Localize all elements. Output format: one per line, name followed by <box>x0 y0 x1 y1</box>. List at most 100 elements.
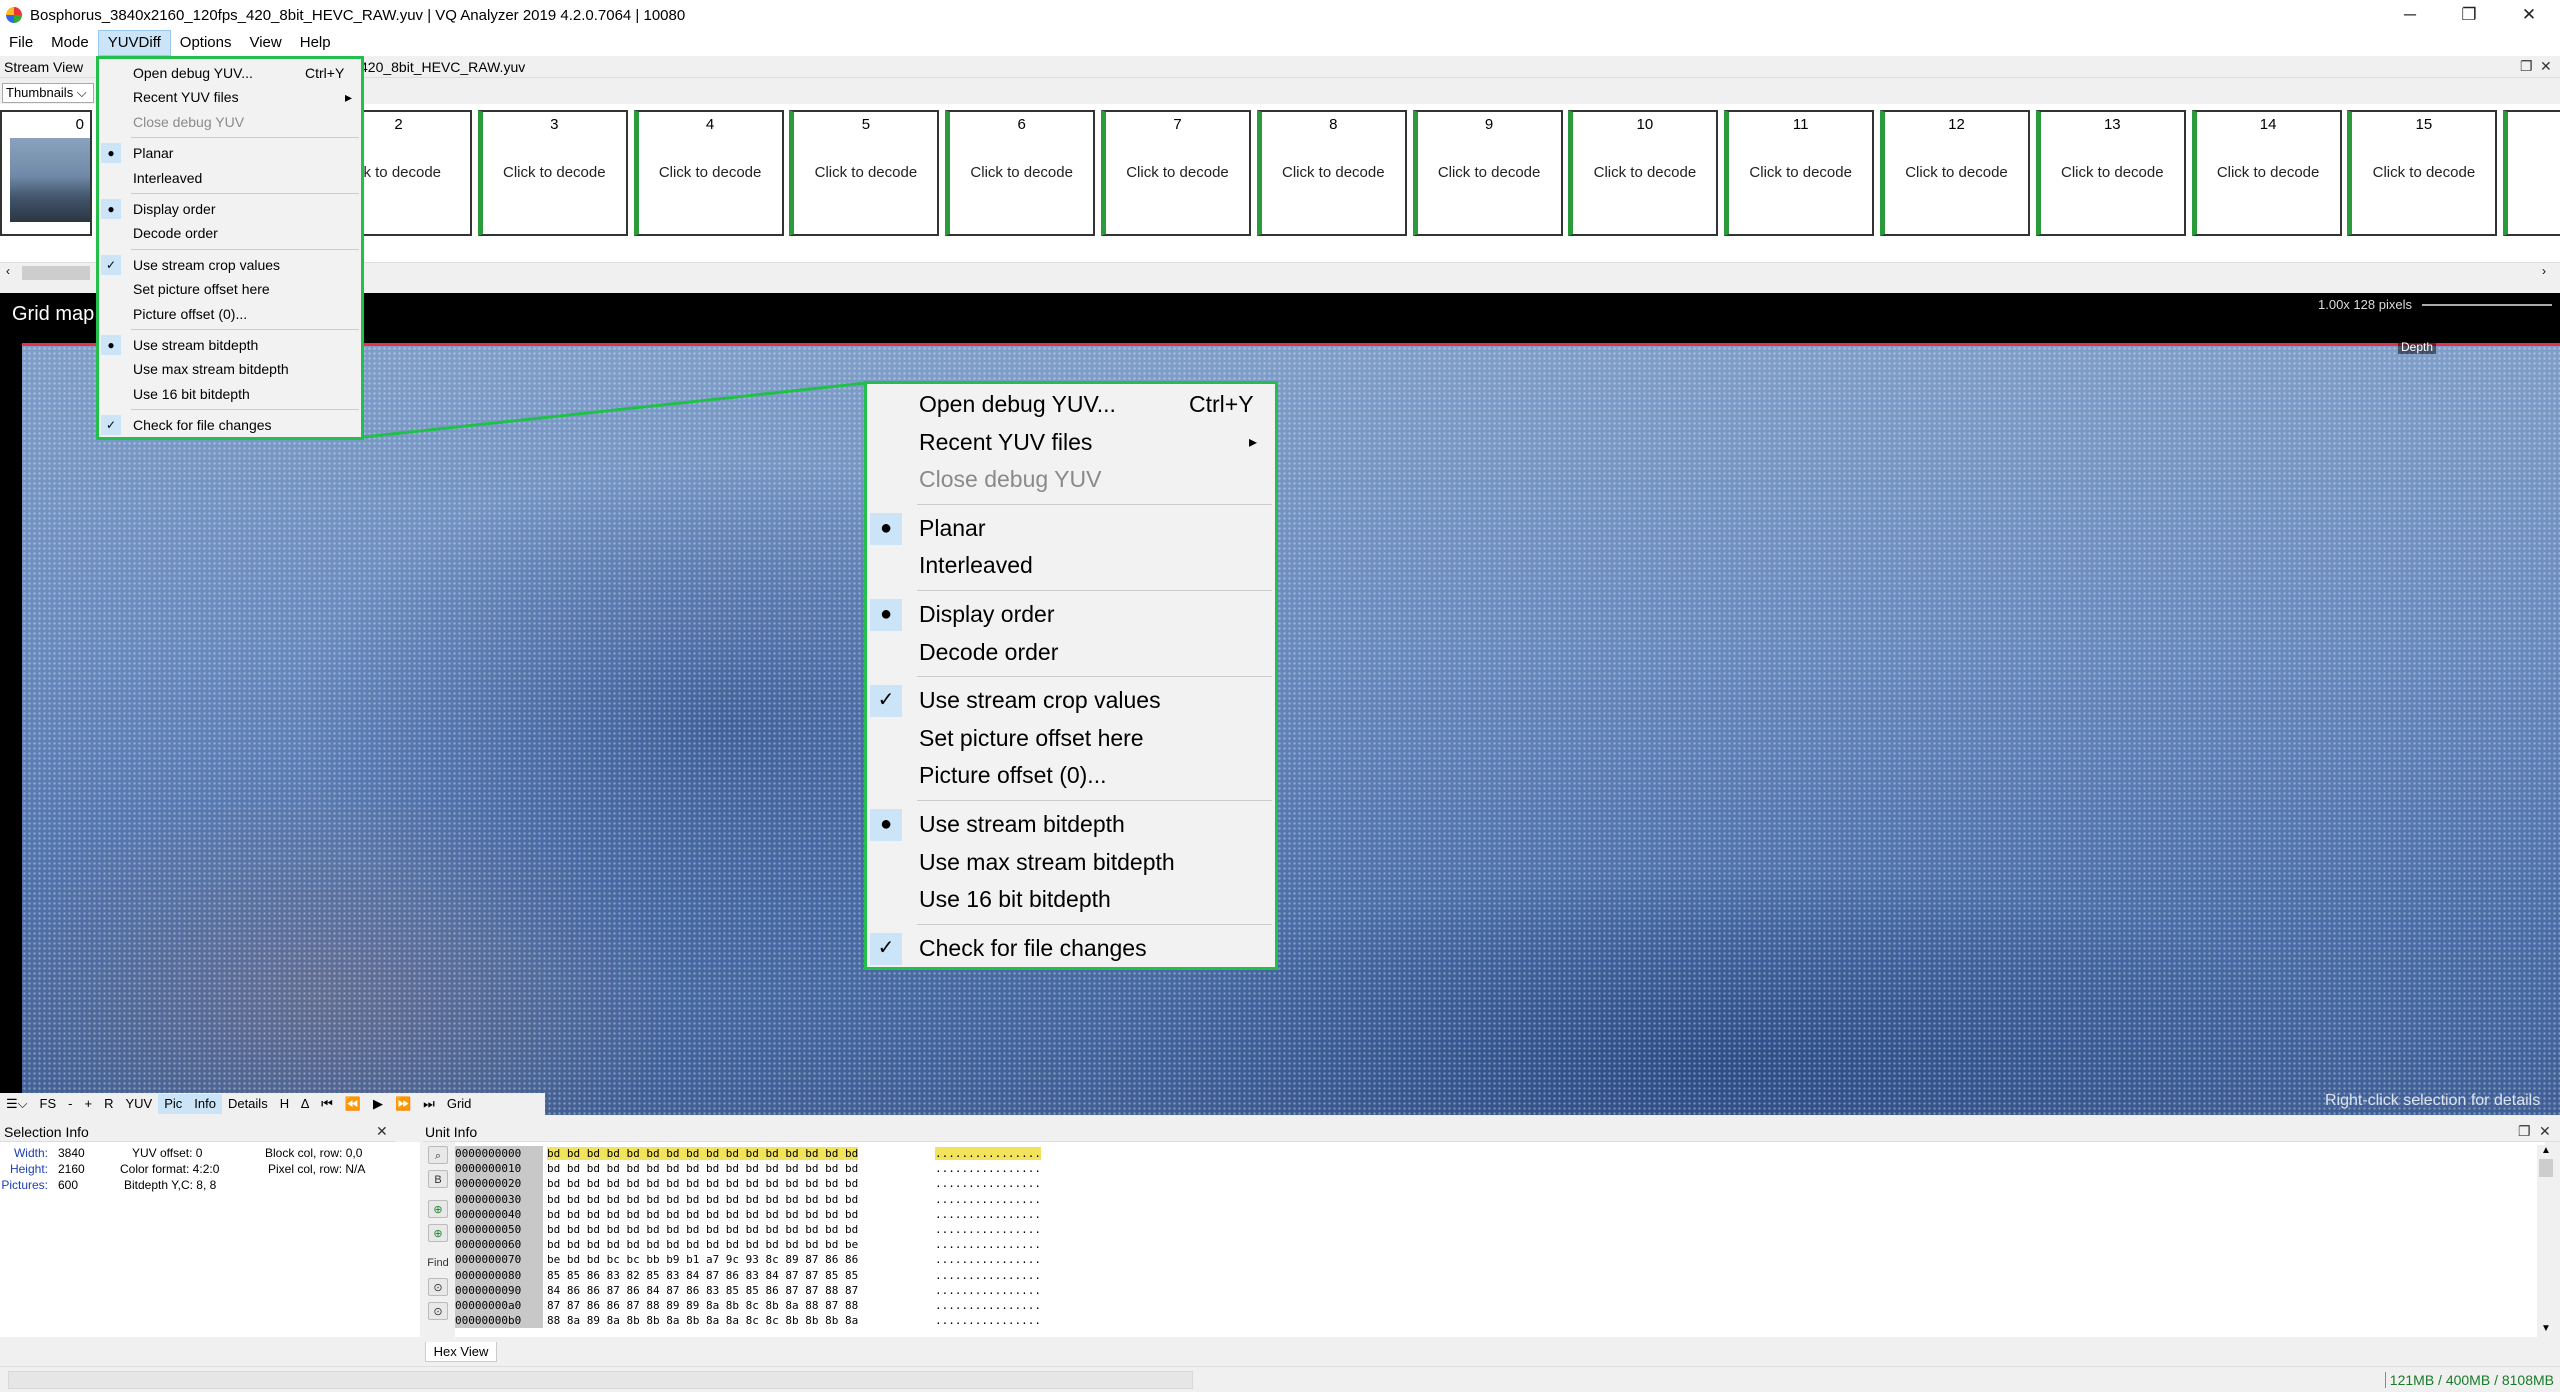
menu-item-recent-yuv-files[interactable]: Recent YUV files ▸ <box>99 85 361 109</box>
scroll-left-icon[interactable]: ‹ <box>6 264 10 278</box>
hex-ascii-text: ................ <box>935 1147 1041 1160</box>
thumbnail-4[interactable]: 4 Click to decode <box>633 110 784 236</box>
menu-bar: File Mode YUVDiff Options View Help <box>0 30 2560 56</box>
menu-file[interactable]: File <box>0 30 42 56</box>
menu-help[interactable]: Help <box>291 30 340 56</box>
menu-item-picture-offset-0[interactable]: Picture offset (0)... <box>99 302 361 326</box>
menu-item-planar[interactable]: ● Planar <box>867 510 1275 548</box>
thumbnail-6[interactable]: 6 Click to decode <box>945 110 1096 236</box>
toolbar-h[interactable]: H <box>274 1094 295 1114</box>
toolbar-info[interactable]: Info <box>188 1094 222 1114</box>
thumbnail-15[interactable]: 15 Click to decode <box>2347 110 2498 236</box>
thumbnail-12[interactable]: 12 Click to decode <box>1880 110 2030 236</box>
thumbnail-0[interactable]: 0 <box>0 110 92 236</box>
zoom-slider[interactable] <box>2422 304 2552 306</box>
menu-options[interactable]: Options <box>171 30 241 56</box>
menu-item-use-16-bit-bitdepth[interactable]: Use 16 bit bitdepth <box>99 382 361 406</box>
toolbar-reset[interactable]: R <box>98 1094 119 1114</box>
scrollbar-thumb[interactable] <box>2539 1159 2553 1177</box>
menu-item-open-debug-yuv[interactable]: Open debug YUV... Ctrl+Y <box>867 386 1275 424</box>
scroll-right-icon[interactable]: › <box>2542 264 2546 278</box>
toolbar-pic[interactable]: Pic <box>158 1094 189 1114</box>
selection-info-title: Selection Info <box>4 1124 89 1140</box>
last-frame-icon[interactable]: ⏭ <box>417 1094 441 1114</box>
scroll-up-icon[interactable]: ▲ <box>2541 1145 2551 1156</box>
add-icon[interactable]: ⊕ <box>428 1224 448 1242</box>
first-frame-icon[interactable]: ⏮ <box>315 1094 339 1114</box>
tab-hex-view[interactable]: Hex View <box>425 1342 497 1362</box>
toolbar-details[interactable]: Details <box>222 1094 274 1114</box>
menu-item-planar[interactable]: ● Planar <box>99 141 361 165</box>
menu-item-use-stream-crop-values[interactable]: ✓ Use stream crop values <box>867 682 1275 720</box>
restore-button[interactable]: ❐ <box>2440 0 2498 30</box>
menu-item-use-stream-bitdepth[interactable]: ● Use stream bitdepth <box>99 333 361 357</box>
menu-item-check-for-file-changes[interactable]: ✓ Check for file changes <box>867 930 1275 968</box>
menu-item-recent-yuv-files[interactable]: Recent YUV files ▸ <box>867 424 1275 462</box>
menu-item-picture-offset-0[interactable]: Picture offset (0)... <box>867 757 1275 795</box>
thumbnail-11[interactable]: 11 Click to decode <box>1724 110 1875 236</box>
toolbar-zoom-out[interactable]: - <box>62 1094 78 1114</box>
thumbnail-3[interactable]: 3 Click to decode <box>477 110 628 236</box>
thumbnail-13[interactable]: 13 Click to decode <box>2035 110 2186 236</box>
grid-map-view[interactable] <box>22 343 2560 1115</box>
menu-item-decode-order[interactable]: Decode order <box>99 221 361 245</box>
menu-item-display-order[interactable]: ● Display order <box>99 197 361 221</box>
menu-item-label: Interleaved <box>133 169 203 186</box>
menu-yuvdiff[interactable]: YUVDiff <box>97 30 171 56</box>
menu-item-use-stream-crop-values[interactable]: ✓ Use stream crop values <box>99 253 361 277</box>
scroll-down-icon[interactable]: ▼ <box>2541 1323 2551 1334</box>
add-icon[interactable]: ⊕ <box>428 1200 448 1218</box>
grid-view-toolbar: ☰⌵ FS - + R YUV Pic Info Details H ∆ ⏮ ⏪… <box>0 1093 545 1115</box>
close-panel-icon[interactable]: ✕ <box>2540 58 2552 75</box>
menu-item-interleaved[interactable]: Interleaved <box>867 547 1275 585</box>
close-panel-icon[interactable]: ✕ <box>2539 1123 2551 1140</box>
next-frame-icon[interactable]: ⏩ <box>389 1094 417 1114</box>
memory-usage: 121MB / 400MB / 8108MB <box>2384 1372 2554 1388</box>
menu-mode[interactable]: Mode <box>42 30 98 56</box>
menu-item-use-max-stream-bitdepth[interactable]: Use max stream bitdepth <box>99 357 361 381</box>
hamburger-icon[interactable]: ☰⌵ <box>0 1094 34 1114</box>
menu-item-open-debug-yuv[interactable]: Open debug YUV... Ctrl+Y <box>99 61 361 85</box>
menu-item-label: Use stream bitdepth <box>919 810 1125 837</box>
find-button[interactable]: Find <box>425 1254 451 1272</box>
toolbar-delta[interactable]: ∆ <box>295 1094 315 1114</box>
horizontal-scrollbar[interactable]: ‹ › <box>0 262 2560 282</box>
menu-item-use-16-bit-bitdepth[interactable]: Use 16 bit bitdepth <box>867 881 1275 919</box>
thumbnail-8[interactable]: 8 Click to decode <box>1256 110 1407 236</box>
close-button[interactable]: ✕ <box>2500 0 2558 30</box>
prev-frame-icon[interactable]: ⏪ <box>339 1094 367 1114</box>
thumbnail-14[interactable]: 14 Click to decode <box>2191 110 2342 236</box>
menu-item-check-for-file-changes[interactable]: ✓ Check for file changes <box>99 413 361 437</box>
menu-item-use-max-stream-bitdepth[interactable]: Use max stream bitdepth <box>867 844 1275 882</box>
menu-item-set-picture-offset-here[interactable]: Set picture offset here <box>867 720 1275 758</box>
toolbar-grid[interactable]: Grid <box>441 1094 478 1114</box>
menu-item-set-picture-offset-here[interactable]: Set picture offset here <box>99 277 361 301</box>
thumbnail-5[interactable]: 5 Click to decode <box>789 110 940 236</box>
thumbnail-16[interactable]: Click <box>2503 110 2560 236</box>
thumbnail-10[interactable]: 10 Click to decode <box>1568 110 1719 236</box>
thumbnail-7[interactable]: 7 Click to decode <box>1101 110 1251 236</box>
play-icon[interactable]: ▶ <box>367 1094 389 1114</box>
float-panel-icon[interactable]: ❐ <box>2520 58 2533 75</box>
menu-item-decode-order[interactable]: Decode order <box>867 634 1275 672</box>
minimize-button[interactable]: ─ <box>2381 0 2439 30</box>
search-icon[interactable]: ⌕ <box>428 1146 448 1164</box>
menu-item-use-stream-bitdepth[interactable]: ● Use stream bitdepth <box>867 806 1275 844</box>
toolbar-zoom-in[interactable]: + <box>78 1094 98 1114</box>
float-panel-icon[interactable]: ❐ <box>2518 1123 2531 1140</box>
menu-item-interleaved[interactable]: Interleaved <box>99 166 361 190</box>
hex-row: 85 85 86 83 82 85 83 84 87 86 83 84 87 8… <box>547 1268 858 1283</box>
scrollbar-thumb[interactable] <box>22 266 90 280</box>
close-panel-icon[interactable]: ✕ <box>376 1123 388 1140</box>
up-icon[interactable]: ⊙ <box>428 1278 448 1296</box>
thumbnails-dropdown[interactable]: Thumbnails ⌵ <box>2 83 94 103</box>
toolbar-yuv[interactable]: YUV <box>119 1094 158 1114</box>
toolbar-fs[interactable]: FS <box>34 1094 63 1114</box>
hex-view[interactable]: 0000000000 0000000010 0000000020 0000000030… <box>455 1142 2545 1337</box>
menu-view[interactable]: View <box>240 30 290 56</box>
menu-item-display-order[interactable]: ● Display order <box>867 596 1275 634</box>
down-icon[interactable]: ⊙ <box>428 1302 448 1320</box>
b-button[interactable]: B <box>428 1170 448 1188</box>
thumbnail-9[interactable]: 9 Click to decode <box>1412 110 1563 236</box>
vertical-scrollbar[interactable]: ▲ ▼ <box>2537 1145 2555 1337</box>
